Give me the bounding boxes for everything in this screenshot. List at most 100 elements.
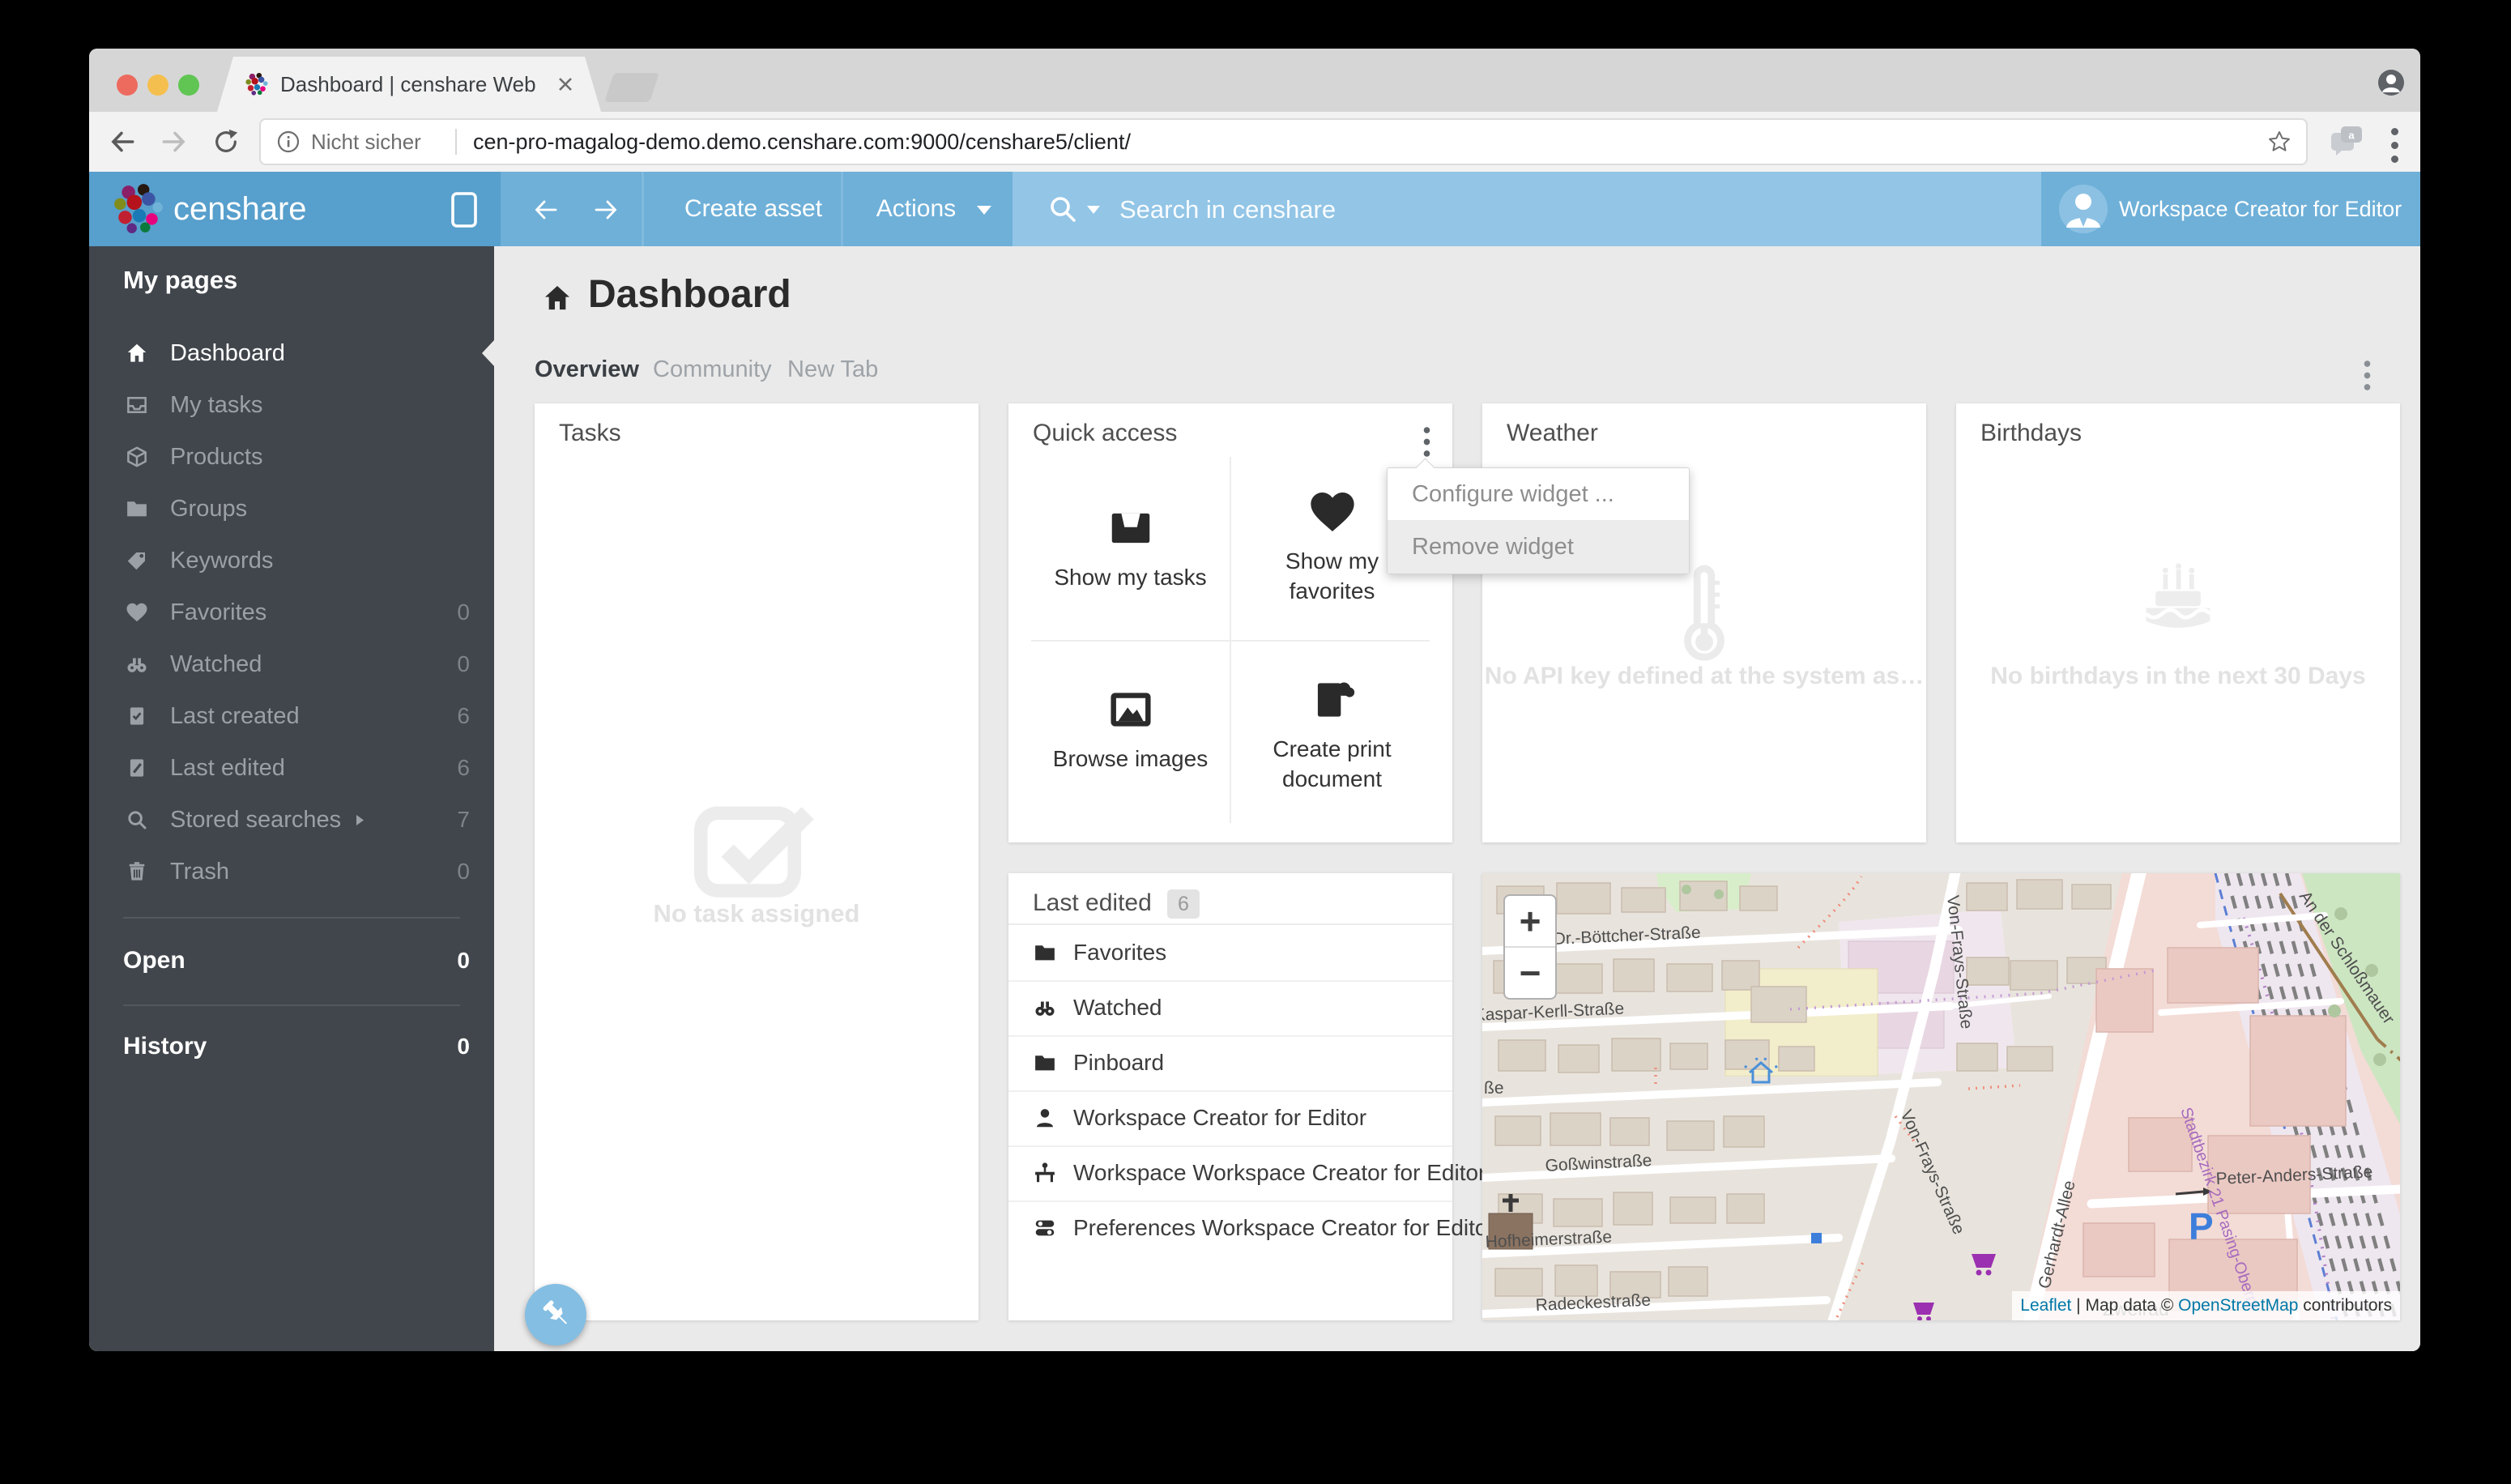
widget-tasks: Tasks No task assigned	[535, 403, 978, 1320]
tag-icon	[125, 548, 149, 573]
weather-empty-text: No API key defined at the system as…	[1482, 663, 1926, 690]
remove-widget-menu-item[interactable]: Remove widget	[1388, 520, 1689, 574]
openstreetmap-link[interactable]: OpenStreetMap	[2178, 1296, 2298, 1315]
header-separator	[642, 172, 644, 246]
sidebar: My pages Dashboard My tasks Products	[89, 246, 494, 1351]
tab-new-tab[interactable]: New Tab	[787, 353, 878, 386]
maximize-window-button[interactable]	[178, 75, 199, 96]
sidebar-item-open[interactable]: Open 0	[89, 935, 494, 987]
last-edited-count-badge: 6	[1167, 889, 1200, 919]
url-bar[interactable]: Nicht sicher cen-pro-magalog-demo.demo.c…	[259, 118, 2308, 165]
bookmark-star-icon[interactable]	[2267, 130, 2291, 154]
last-edited-item-pinboard[interactable]: Pinboard	[1008, 1035, 1452, 1092]
sidebar-item-last-created[interactable]: Last created 6	[89, 690, 494, 742]
configure-widget-menu-item[interactable]: Configure widget ...	[1388, 468, 1689, 520]
forward-icon[interactable]	[159, 126, 190, 157]
home-icon	[125, 341, 149, 365]
logo-text: censhare	[173, 172, 307, 246]
actions-button[interactable]: Actions	[855, 172, 977, 246]
widget-map[interactable]: P Dr.-Böttcher-Straße Kaspar-Kerll-Straß…	[1482, 873, 2400, 1320]
browse-images-button[interactable]: Browse images	[1031, 676, 1230, 774]
last-edited-item-preferences[interactable]: Preferences Workspace Creator for Editor	[1008, 1200, 1452, 1256]
dashboard-menu-kebab-icon[interactable]	[2364, 358, 2371, 393]
person-icon	[1033, 1106, 1057, 1130]
censhare-favicon	[245, 72, 269, 96]
widget-context-menu: Configure widget ... Remove widget	[1387, 467, 1690, 574]
tab-community[interactable]: Community	[653, 353, 772, 386]
sidebar-item-history[interactable]: History 0	[89, 1021, 494, 1072]
widget-birthdays: Birthdays No birthdays in the next 30 Da…	[1956, 403, 2400, 842]
leaflet-link[interactable]: Leaflet	[2020, 1296, 2071, 1315]
map-zoom-in-button[interactable]: +	[1505, 896, 1555, 946]
nav-forward-icon[interactable]	[591, 195, 620, 224]
sidebar-item-last-edited[interactable]: Last edited 6	[89, 742, 494, 794]
sidebar-item-keywords[interactable]: Keywords	[89, 535, 494, 586]
parking-icon: P	[2189, 1205, 2214, 1247]
browser-menu-kebab-icon[interactable]	[2391, 125, 2398, 166]
reload-icon[interactable]	[212, 128, 240, 156]
tab-overview[interactable]: Overview	[535, 353, 639, 386]
last-edited-item-workspace-creator[interactable]: Workspace Creator for Editor	[1008, 1090, 1452, 1147]
sidebar-item-groups[interactable]: Groups	[89, 483, 494, 535]
logo-block: censhare	[89, 172, 501, 246]
sidebar-toggle-icon[interactable]	[450, 191, 478, 228]
widget-last-edited: Last edited 6 Favorites Watched	[1008, 873, 1452, 1320]
browser-profile-avatar[interactable]	[2377, 68, 2406, 97]
birthdays-empty-text: No birthdays in the next 30 Days	[1956, 663, 2400, 690]
svg-text:a: a	[2348, 130, 2355, 142]
sidebar-item-stored-searches[interactable]: Stored searches 7	[89, 794, 494, 846]
pinboard-fab-button[interactable]	[525, 1284, 586, 1345]
workspace-user-label: Workspace Creator for Editor	[2119, 172, 2402, 246]
openstreetmap-canvas[interactable]: P Dr.-Böttcher-Straße Kaspar-Kerll-Straß…	[1482, 873, 2400, 1320]
sidebar-divider	[123, 917, 460, 919]
create-asset-button[interactable]: Create asset	[656, 172, 850, 246]
browser-toolbar: Nicht sicher cen-pro-magalog-demo.demo.c…	[89, 112, 2420, 173]
no-task-icon	[690, 797, 824, 904]
document-check-icon	[125, 704, 149, 728]
close-window-button[interactable]	[117, 75, 138, 96]
new-tab-button[interactable]	[604, 73, 659, 102]
extension-icon[interactable]: a	[2330, 125, 2365, 157]
last-edited-item-watched[interactable]: Watched	[1008, 980, 1452, 1037]
folder-icon	[125, 497, 149, 521]
sidebar-item-favorites[interactable]: Favorites 0	[89, 586, 494, 638]
page-title: Dashboard	[588, 272, 791, 317]
chevron-right-icon	[356, 815, 364, 825]
last-edited-item-favorites[interactable]: Favorites	[1008, 925, 1452, 982]
search-icon[interactable]	[1047, 193, 1079, 225]
sidebar-item-my-tasks[interactable]: My tasks	[89, 379, 494, 431]
screen: Dashboard | censhare Web	[0, 0, 2511, 1484]
info-icon[interactable]	[277, 130, 300, 153]
sidebar-item-dashboard[interactable]: Dashboard	[89, 327, 494, 379]
minimize-window-button[interactable]	[147, 75, 168, 96]
map-attribution: Leaflet | Map data © OpenStreetMap contr…	[2012, 1291, 2400, 1320]
security-label: Nicht sicher	[311, 120, 421, 164]
censhare-logo-icon[interactable]	[112, 182, 165, 236]
map-zoom-out-button[interactable]: −	[1505, 946, 1555, 998]
stored-search-icon	[125, 808, 149, 832]
back-icon[interactable]	[107, 126, 138, 157]
browser-tab[interactable]: Dashboard | censhare Web	[217, 57, 601, 112]
search-input[interactable]	[1118, 172, 1850, 248]
sidebar-item-trash[interactable]: Trash 0	[89, 846, 494, 898]
tab-title: Dashboard | censhare Web	[280, 57, 536, 112]
user-block[interactable]: Workspace Creator for Editor	[2041, 172, 2420, 246]
transit-stop-marker	[1811, 1233, 1822, 1243]
last-edited-item-workspace-workspace[interactable]: Workspace Workspace Creator for Editor	[1008, 1145, 1452, 1202]
folder-icon	[1033, 940, 1057, 965]
folder-icon	[1033, 1051, 1057, 1075]
widget-title: Tasks	[559, 420, 621, 447]
sidebar-heading: My pages	[123, 266, 237, 295]
url-text: cen-pro-magalog-demo.demo.censhare.com:9…	[473, 120, 1131, 164]
nav-back-icon[interactable]	[531, 195, 561, 224]
search-caret-icon[interactable]	[1087, 206, 1100, 215]
close-tab-icon[interactable]	[556, 75, 575, 94]
create-print-document-button[interactable]: Create print document	[1233, 666, 1431, 794]
widget-title: Quick access	[1033, 420, 1177, 447]
sidebar-item-products[interactable]: Products	[89, 431, 494, 483]
sidebar-item-watched[interactable]: Watched 0	[89, 638, 494, 690]
show-my-tasks-button[interactable]: Show my tasks	[1031, 494, 1230, 592]
document-edit-icon	[125, 756, 149, 780]
widget-menu-kebab-icon[interactable]	[1424, 424, 1430, 459]
binoculars-icon	[125, 652, 149, 676]
